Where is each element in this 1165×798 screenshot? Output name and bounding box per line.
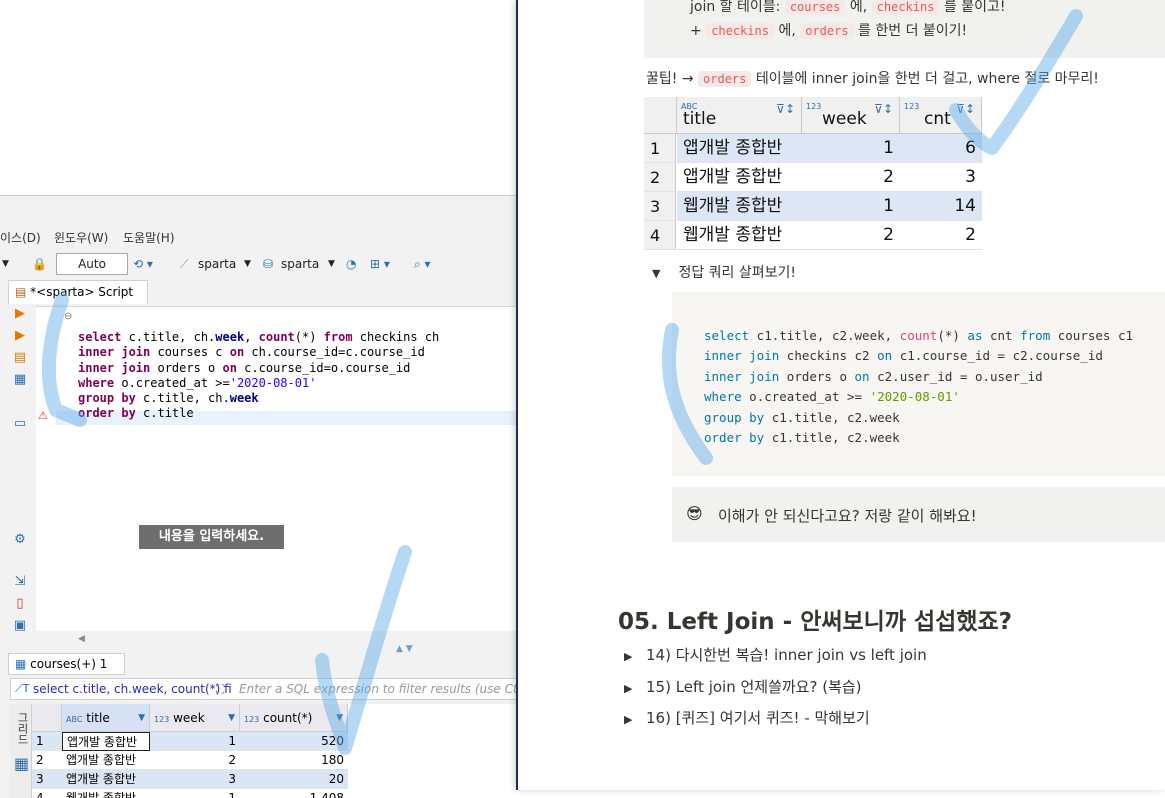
commit-mode-select[interactable]: Auto: [56, 253, 128, 275]
tab-script-label: *<sparta> Script: [30, 285, 134, 299]
datasource-select-1[interactable]: sparta: [198, 254, 236, 274]
script-icon: ▤: [15, 285, 27, 299]
toggle-closed-icon[interactable]: ▶: [624, 650, 646, 663]
fold-icon[interactable]: ⊖: [64, 311, 72, 322]
answer-sql-code[interactable]: select c1.title, c2.week, count(*) as cn…: [704, 326, 1133, 448]
sort-icon[interactable]: ▼: [228, 704, 235, 732]
expand-icon[interactable]: ⛶: [216, 679, 224, 699]
scroll-left-icon[interactable]: ◀: [78, 634, 85, 644]
table-row: 2 앱개발 종합반 2 3: [644, 163, 982, 192]
warning-icon: ⚠: [38, 409, 48, 422]
datasource-select-2[interactable]: sparta: [281, 254, 319, 274]
execute-script-icon[interactable]: ▤: [12, 350, 28, 366]
execute-new-tab-icon[interactable]: ▶: [12, 328, 28, 344]
explain-plan-icon[interactable]: ▦: [12, 372, 28, 388]
column-header-cnt: 123 cnt ⊽↕: [900, 97, 982, 134]
transaction-icon[interactable]: ⊞ ▾: [370, 254, 390, 274]
sort-icon[interactable]: ▼: [336, 704, 343, 732]
notion-page: join 할 테이블: courses 에, checkins 를 붙이고! +…: [516, 0, 1165, 790]
toggle-answer-query[interactable]: ▼ 정답 쿼리 살펴보기!: [652, 262, 796, 282]
column-header-week[interactable]: 123 week ▼: [150, 704, 240, 732]
number-type-icon: 123: [904, 102, 920, 111]
table-icon: ▦: [15, 657, 27, 671]
chevron-down-icon[interactable]: ▼: [328, 254, 335, 274]
grid-side-panel: 그리드 ▦: [10, 704, 32, 798]
toggle-item[interactable]: ▶ 14) 다시한번 복습! inner join vs left join: [624, 644, 927, 665]
row-number-header: [32, 704, 62, 732]
dropdown-arrow-icon[interactable]: ▼: [2, 254, 9, 274]
execute-statement-icon[interactable]: ▶: [12, 306, 28, 322]
table-row[interactable]: 4 웹개발 종합반 1 1,408: [32, 789, 348, 798]
file-icon[interactable]: ▯: [12, 596, 28, 612]
toolbar: ▼ 🔒 Auto ⟲ ▾ ⟋ sparta ▼ ⛁ sparta ▼ ◔ ⊞ ▾…: [0, 248, 520, 278]
column-header-title: ABC title ⊽↕: [677, 97, 802, 134]
terminal-icon[interactable]: ▭: [12, 416, 28, 432]
search-icon[interactable]: ⌕ ▾: [414, 254, 431, 274]
history-icon[interactable]: ⟲ ▾: [133, 254, 153, 274]
menu-item-database[interactable]: 이스(D): [0, 229, 41, 246]
column-header-title[interactable]: ABC title ▼: [62, 704, 150, 732]
column-header-week: 123 week ⊽↕: [802, 97, 900, 134]
column-header-count[interactable]: 123 count(*) ▼: [240, 704, 348, 732]
toggle-item[interactable]: ▶ 15) Left join 언제쓸까요? (복습): [624, 676, 862, 697]
filter-input[interactable]: Enter a SQL expression to filter results…: [239, 679, 520, 699]
code-block[interactable]: select c1.title, c2.week, count(*) as cn…: [672, 292, 1165, 476]
callout-block: join 할 테이블: courses 에, checkins 를 붙이고! +…: [644, 0, 1165, 58]
sunglasses-emoji-icon: 😎: [686, 504, 703, 523]
chevron-down-icon[interactable]: ▼: [244, 254, 251, 274]
toggle-closed-icon[interactable]: ▶: [624, 713, 646, 726]
menu-item-window[interactable]: 윈도우(W): [54, 229, 108, 246]
row-number-header: [644, 97, 677, 134]
tip-paragraph: 꿀팁! → orders 테이블에 inner join을 한번 더 걸고, w…: [646, 71, 1099, 87]
table-row[interactable]: 1 앱개발 종합반 1 520: [32, 732, 348, 751]
text-type-icon: ABC: [66, 715, 83, 724]
connection-icon: ⟋: [180, 257, 189, 271]
dashboard-icon[interactable]: ◔: [346, 254, 356, 274]
toggle-item[interactable]: ▶ 16) [퀴즈] 여기서 퀴즈! - 막해보기: [624, 707, 870, 728]
toggle-closed-icon[interactable]: ▶: [624, 682, 646, 695]
toggle-open-icon[interactable]: ▼: [652, 267, 674, 280]
filter-query-text: select c.title, ch.week, count(*) fi: [33, 682, 232, 696]
table-row[interactable]: 3 앱개발 종합반 3 20: [32, 770, 348, 789]
placeholder-tooltip: 내용을 입력하세요.: [139, 525, 284, 549]
text-type-icon: ABC: [681, 102, 698, 111]
grid-mode-label[interactable]: 그리드: [14, 712, 30, 745]
gear-icon[interactable]: ⚙: [12, 532, 28, 548]
table-row: 3 웹개발 종합반 1 14: [644, 192, 982, 221]
sql-icon: ⟋T: [15, 682, 30, 695]
tab-results-label: courses(+) 1: [30, 657, 108, 671]
section-heading: 05. Left Join - 안써보니까 섭섭했죠?: [618, 609, 1012, 635]
menu-item-help[interactable]: 도움말(H): [123, 229, 175, 246]
number-type-icon: 123: [244, 715, 260, 724]
table-row: 1 앱개발 종합반 1 6: [644, 134, 982, 163]
number-type-icon: 123: [154, 715, 170, 724]
menu-bar: 이스(D) 윈도우(W) 도움말(H): [0, 224, 520, 248]
sort-icon[interactable]: ▼: [138, 704, 145, 732]
sql-code[interactable]: select c.title, ch.week, count(*) from c…: [78, 315, 439, 421]
filter-sort-icon: ⊽↕: [874, 102, 893, 116]
database-icon: ⛁: [263, 257, 274, 271]
filter-sort-icon: ⊽↕: [956, 102, 975, 116]
callout-text: 이해가 안 되신다고요? 저랑 같이 해봐요!: [718, 507, 977, 525]
lock-icon[interactable]: 🔒: [32, 254, 47, 274]
editor-action-gutter: ▶ ▶ ▤ ▦ ▭ ⚙ ⇲ ▯ ▣: [0, 304, 36, 664]
results-grid[interactable]: 그리드 ▦ ABC title ▼ 123 week ▼ 123 count(*…: [10, 704, 520, 798]
callout-line-2: + checkins 에, orders 를 한번 더 붙이기!: [690, 23, 968, 39]
filter-sort-icon: ⊽↕: [776, 102, 795, 116]
table-row[interactable]: 2 앱개발 종합반 2 180: [32, 751, 348, 770]
tab-results[interactable]: ▦ courses(+) 1 ✕: [8, 653, 125, 691]
callout-block: 😎 이해가 안 되신다고요? 저랑 같이 해봐요!: [672, 487, 1165, 542]
tab-script[interactable]: ▤ *<sparta> Script ✕: [8, 280, 148, 321]
number-type-icon: 123: [806, 102, 822, 111]
sql-editor[interactable]: ⊖ ⚠ select c.title, ch.week, count(*) fr…: [36, 306, 520, 631]
results-filter-bar[interactable]: ⟋T select c.title, ch.week, count(*) fi …: [10, 678, 520, 700]
export-icon[interactable]: ⇲: [12, 574, 28, 590]
callout-line-1: join 할 테이블: courses 에, checkins 를 붙이고!: [690, 0, 1006, 15]
table-row: 4 웹개발 종합반 2 2: [644, 221, 982, 250]
dbeaver-window: 이스(D) 윈도우(W) 도움말(H) ▼ 🔒 Auto ⟲ ▾ ⟋ spart…: [0, 195, 520, 798]
grid-icon[interactable]: ▦: [14, 754, 29, 773]
save-icon[interactable]: ▣: [12, 618, 28, 634]
result-screenshot-table: ABC title ⊽↕ 123 week ⊽↕ 123 cnt ⊽↕ 1 앱개…: [644, 97, 982, 251]
panel-toggle-icon[interactable]: ▲ ▼: [396, 644, 413, 654]
